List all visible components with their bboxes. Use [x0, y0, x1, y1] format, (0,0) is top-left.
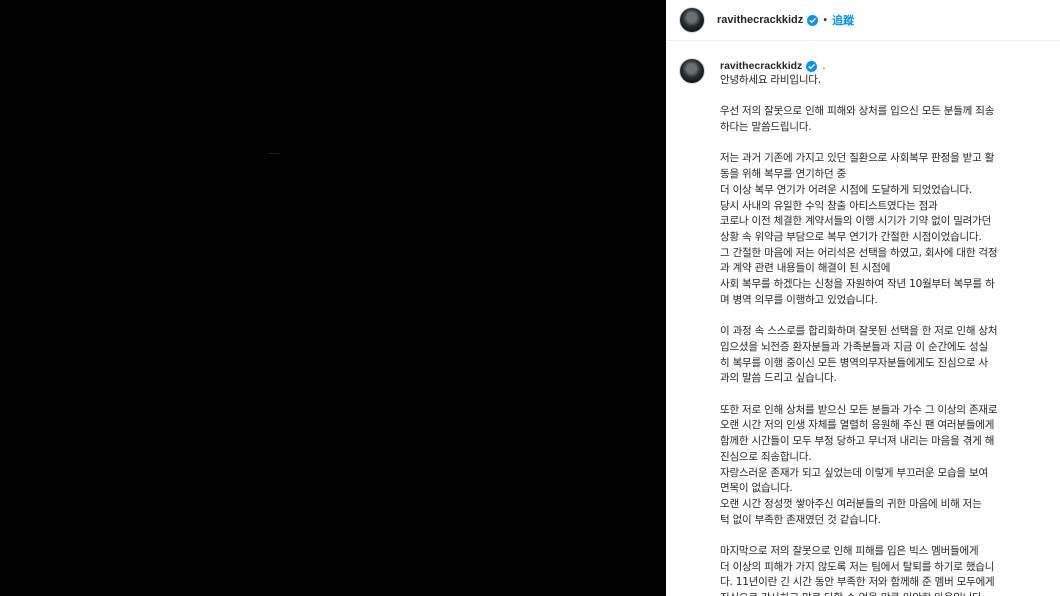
caption-line: 과의 말씀 드리고 싶습니다.: [720, 372, 837, 385]
caption-line: 진심으로 감사하고 말로 다할 수 없을 만큼 미안한 마음입니다.: [720, 591, 1054, 596]
caption-line: 입으셨을 뇌전증 환자분들과 가족분들과 지금 이 순간에도 성실: [720, 340, 988, 353]
caption-line: 당시 사내의 유일한 수익 창출 아티스트였다는 점과: [720, 199, 938, 212]
caption-avatar[interactable]: [679, 58, 705, 84]
caption-line: 며 병역 의무를 이행하고 있었습니다.: [720, 293, 878, 306]
caption-line: 사회 복무를 하겠다는 신청을 자원하여 작년 10월부터 복무를 하: [720, 278, 995, 291]
post-header: ravithecrackkidz • 追蹤: [666, 0, 1060, 41]
caption-line: 또한 저로 인해 상처를 받으신 모든 분들과 가수 그 이상의 존재로: [720, 403, 998, 416]
verified-badge-icon: [807, 14, 819, 26]
caption-line: 우선 저의 잘못으로 인해 피해와 상처를 입으신 모든 분들께 죄송: [720, 105, 995, 118]
caption-line: 오랜 시간 정성껏 쌓아주신 여러분들의 귀한 마음에 비해 저는: [720, 497, 982, 510]
caption-line: 안녕하세요 라비입니다.: [720, 74, 821, 86]
caption-line: 오랜 시간 저의 인생 자체를 열렬히 응원해 주신 팬 여러분들에게: [720, 419, 995, 432]
caption-line: 코로나 이전 체결한 계약서들의 이행 시기가 기약 없이 밀려가던: [720, 215, 992, 228]
header-username[interactable]: ravithecrackkidz: [717, 14, 803, 26]
caption-line: 과 계약 관련 내용들이 해결이 된 시점에: [720, 262, 891, 275]
caption-trailing: .: [822, 60, 826, 72]
caption-line: 진심으로 죄송합니다.: [720, 450, 812, 463]
caption-line: 히 복무를 이행 중이신 모든 병역의무자분들에게도 진심으로 사: [720, 356, 988, 369]
caption-line: 더 이상 복무 연기가 어려운 시점에 도달하게 되었었습니다.: [720, 183, 973, 196]
caption-line: 저는 과거 기존에 가지고 있던 질환으로 사회복무 판정을 받고 활: [720, 152, 995, 165]
caption-line: 다. 11년이란 긴 시간 동안 부족한 저와 함께해 준 멤버 모두에게: [720, 576, 995, 589]
caption-line: 그 간절한 마음에 저는 어리석은 선택을 하였고, 회사에 대한 걱정: [720, 246, 998, 259]
caption-line: 하다는 말씀드립니다.: [720, 121, 812, 134]
caption-line: 동을 위해 복무를 연기하던 중: [720, 168, 847, 181]
caption-text: 안녕하세요 라비입니다. 우선 저의 잘못으로 인해 피해와 상처를 입으신 모든…: [720, 73, 1054, 596]
caption-line: 이 과정 속 스스로를 합리화하며 잘못된 선택을 한 저로 인해 상처: [720, 325, 998, 338]
post-side-panel: ravithecrackkidz • 追蹤 ravithecrackkidz .…: [666, 0, 1060, 596]
caption-line: 면목이 없습니다.: [720, 482, 793, 495]
post-media[interactable]: [0, 0, 666, 596]
caption-line: 턱 없이 부족한 존재였던 것 같습니다.: [720, 513, 881, 526]
caption-line: 상황 속 위약금 부담으로 복무 연기가 간절한 시점이었습니다.: [720, 231, 982, 243]
follow-button[interactable]: 追蹤: [832, 12, 854, 28]
caption-line: 더 이상의 피해가 가지 않도록 저는 팀에서 탈퇴를 하기로 했습니: [720, 560, 995, 573]
verified-badge-icon: [806, 60, 818, 72]
caption-line: 자랑스러운 존재가 되고 싶었는데 이렇게 부끄러운 모습을 보여: [720, 466, 988, 479]
header-separator: •: [822, 14, 829, 26]
media-artifact: [268, 153, 280, 154]
caption-line: 마지막으로 저의 잘못으로 인해 피해를 입은 빅스 멤버들에게: [720, 545, 979, 558]
caption-username[interactable]: ravithecrackkidz: [720, 60, 802, 72]
caption-line: 함께한 시간들이 모두 부정 당하고 무너져 내리는 마음을 겪게 해: [720, 435, 995, 448]
caption-meta: ravithecrackkidz .: [720, 60, 826, 72]
avatar[interactable]: [679, 7, 705, 33]
